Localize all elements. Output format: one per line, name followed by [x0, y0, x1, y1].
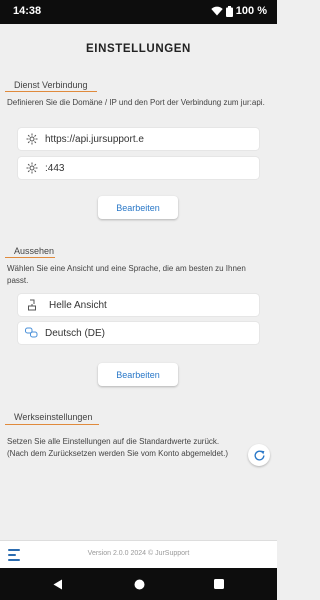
- recents-icon[interactable]: [212, 577, 226, 591]
- wifi-icon: [211, 6, 223, 16]
- reset-button[interactable]: [248, 444, 270, 466]
- appearance-description: Wählen Sie eine Ansicht und eine Sprache…: [7, 264, 246, 285]
- connection-divider: [5, 91, 97, 92]
- port-field[interactable]: :443: [18, 157, 259, 179]
- gear-icon: [18, 133, 45, 145]
- status-indicators: 100 %: [211, 5, 267, 17]
- status-bar: 14:38 100 %: [0, 0, 277, 24]
- battery-percent: 100 %: [235, 5, 267, 17]
- navigation-bar: [0, 568, 277, 600]
- connection-section-title: Dienst Verbindung: [14, 80, 88, 90]
- domain-field[interactable]: https://api.jursupport.e: [18, 128, 259, 150]
- port-value: :443: [45, 162, 65, 174]
- battery-icon: [225, 5, 233, 17]
- bottom-bar: Version 2.0.0 2024 © JurSupport: [0, 540, 277, 568]
- theme-field[interactable]: Helle Ansicht: [18, 294, 259, 316]
- language-icon: [18, 327, 45, 339]
- edit-appearance-button[interactable]: Bearbeiten: [98, 363, 178, 386]
- page-title: EINSTELLUNGEN: [86, 43, 191, 55]
- theme-value: Helle Ansicht: [49, 299, 107, 311]
- appearance-divider: [5, 257, 55, 258]
- home-icon[interactable]: [132, 577, 146, 591]
- gear-icon: [18, 162, 45, 174]
- back-icon[interactable]: [51, 577, 65, 591]
- status-time: 14:38: [13, 5, 42, 17]
- appearance-section-title: Aussehen: [14, 246, 55, 256]
- factory-section-title: Werkseinstellungen: [14, 412, 93, 422]
- version-text: Version 2.0.0 2024 © JurSupport: [87, 550, 190, 557]
- domain-value: https://api.jursupport.e: [45, 133, 144, 145]
- connection-description: Definieren Sie die Domäne / IP und den P…: [7, 98, 265, 107]
- reset-icon: [254, 450, 265, 461]
- factory-divider: [5, 424, 99, 425]
- language-value: Deutsch (DE): [45, 327, 106, 339]
- theme-icon: [18, 299, 45, 311]
- factory-description: Setzen Sie alle Einstellungen auf die St…: [7, 437, 228, 458]
- language-field[interactable]: Deutsch (DE): [18, 322, 259, 344]
- edit-connection-button[interactable]: Bearbeiten: [98, 196, 178, 219]
